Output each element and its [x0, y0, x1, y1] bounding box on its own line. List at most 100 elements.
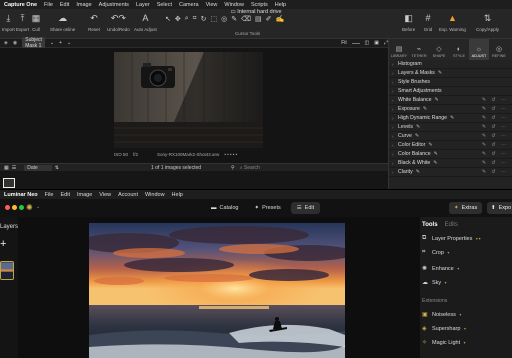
menu-window[interactable]: Window [224, 2, 244, 8]
menu-edit[interactable]: Edit [61, 192, 70, 198]
rotate-tool-icon[interactable]: ↻ [201, 15, 207, 23]
menu-layer[interactable]: Layer [136, 2, 150, 8]
luminar-logo-icon[interactable]: ✺ [26, 203, 33, 212]
tool-actions[interactable]: ✎ ↺ ⋯ [482, 132, 508, 141]
tab-style[interactable]: ◐ STYLE [449, 39, 469, 60]
tab-edits[interactable]: Edits [445, 222, 458, 228]
menu-account[interactable]: Account [118, 192, 138, 198]
tool-actions[interactable]: ✎ ↺ ⋯ [482, 123, 508, 132]
menu-select[interactable]: Select [157, 2, 172, 8]
annotation-tool-icon[interactable]: ✍ [276, 15, 285, 23]
export-button[interactable]: ⬆ Expo [487, 202, 512, 214]
chevron-down-icon[interactable]: ⌄ [50, 40, 54, 46]
maximize-window-icon[interactable] [19, 205, 24, 210]
tab-adjust[interactable]: ☼ ADJUST [469, 39, 489, 60]
auto-adjust-button[interactable]: A Auto Adjust [134, 12, 157, 32]
tool-clarity[interactable]: › Clarity ✎ ✎ ↺ ⋯ [389, 168, 512, 177]
compare-icon[interactable]: ◫ [365, 40, 370, 46]
picker-tool-icon[interactable]: ✐ [266, 15, 272, 23]
proof-icon[interactable]: ▣ [374, 40, 379, 46]
before-button[interactable]: ◧ Before [402, 12, 415, 33]
tab-refine[interactable]: ◎ REFINE [489, 39, 509, 60]
tool-smart-adjustments[interactable]: › Smart Adjustments [389, 87, 512, 96]
sort-direction-icon[interactable]: ⇅ [55, 165, 59, 171]
eraser-tool-icon[interactable]: ⌫ [241, 15, 251, 23]
menu-app-luminar[interactable]: Luminar Neo [4, 192, 38, 198]
extras-button[interactable]: ✦ Extras [449, 202, 483, 214]
menu-help[interactable]: Help [172, 192, 183, 198]
copy-apply-button[interactable]: ⇅ Copy/Apply [476, 12, 499, 33]
sort-dropdown[interactable]: Date [24, 164, 52, 171]
tool-enhance[interactable]: ✺ Enhance ✦ [422, 265, 460, 273]
tool-actions[interactable]: ✎ ↺ ⋯ [482, 114, 508, 123]
tool-black-white[interactable]: › Black & White ✎ ✎ ↺ ⋯ [389, 159, 512, 168]
exposure-warning-button[interactable]: ▲ Exp. Warning [439, 12, 466, 32]
filmstrip-thumbnail[interactable] [3, 178, 15, 188]
tool-crop[interactable]: ⌗ Crop ✦ [422, 249, 450, 256]
reset-button[interactable]: ↶ Reset [88, 12, 100, 33]
tool-color-editor[interactable]: › Color Editor ✎ ✎ ↺ ⋯ [389, 141, 512, 150]
tool-white-balance[interactable]: › White Balance ✎ ✎ ↺ ⋯ [389, 96, 512, 105]
minimize-window-icon[interactable] [12, 205, 17, 210]
tool-levels[interactable]: › Levels ✎ ✎ ↺ ⋯ [389, 123, 512, 132]
add-layer-icon[interactable]: + [0, 238, 6, 250]
tool-color-balance[interactable]: › Color Balance ✎ ✎ ↺ ⋯ [389, 150, 512, 159]
tool-actions[interactable]: ✎ ↺ ⋯ [482, 159, 508, 168]
tool-layers-masks[interactable]: › Layers & Masks ✎ [389, 69, 512, 78]
tab-shape[interactable]: ◇ SHAPE [429, 39, 449, 60]
chevron-down-icon[interactable]: ⌄ [36, 204, 40, 210]
tool-high-dynamic-range[interactable]: › High Dynamic Range ✎ ✎ ↺ ⋯ [389, 114, 512, 123]
menu-image[interactable]: Image [77, 192, 92, 198]
edit-button[interactable]: ☰ Edit [290, 202, 321, 214]
menu-image[interactable]: Image [76, 2, 91, 8]
menu-scripts[interactable]: Scripts [251, 2, 268, 8]
menu-file[interactable]: File [45, 192, 54, 198]
sunset-surfer-photo[interactable] [89, 223, 345, 358]
close-window-icon[interactable] [5, 205, 10, 210]
tool-noiseless[interactable]: ▣ Noiseless ✦ [422, 311, 462, 319]
tool-curve[interactable]: › Curve ✎ ✎ ↺ ⋯ [389, 132, 512, 141]
select-tool-icon[interactable]: ✥ [175, 15, 181, 23]
tool-actions[interactable]: ✎ ↺ ⋯ [482, 150, 508, 159]
crop-tool-icon[interactable]: ⌗ [193, 15, 197, 23]
catalog-button[interactable]: ▬ Catalog [205, 202, 244, 214]
tab-library[interactable]: ▤ LIBRARY [389, 39, 409, 60]
grid-view-icon[interactable]: ▦ [4, 165, 9, 171]
tool-supersharp[interactable]: ◈ Supersharp ✦ [422, 325, 466, 333]
export-button[interactable]: ⤒ Export [16, 12, 29, 33]
tool-exposure[interactable]: › Exposure ✎ ✎ ↺ ⋯ [389, 105, 512, 114]
import-button[interactable]: ⤓ Import [2, 12, 15, 33]
zoom-fit[interactable]: Fit [341, 40, 347, 46]
list-view-icon[interactable]: ☰ [12, 165, 16, 171]
spot-tool-icon[interactable]: ◎ [221, 15, 227, 23]
brush-tool-icon[interactable]: ✎ [231, 15, 237, 23]
tool-actions[interactable]: ✎ ↺ ⋯ [482, 141, 508, 150]
tool-histogram[interactable]: › Histogram [389, 60, 512, 69]
camera-on-wood-photo[interactable] [114, 52, 263, 148]
grid-button[interactable]: # Grid [422, 12, 434, 32]
menu-help[interactable]: Help [275, 2, 286, 8]
share-online-button[interactable]: ☁ Share online [50, 12, 75, 33]
tool-actions[interactable]: ✎ ↺ ⋯ [482, 168, 508, 177]
menu-view[interactable]: View [99, 192, 111, 198]
tool-actions[interactable]: ✎ ↺ ⋯ [482, 105, 508, 114]
tool-magic-light[interactable]: ✧ Magic Light ✦ [422, 339, 466, 347]
zoom-slider[interactable] [351, 42, 360, 44]
menu-camera[interactable]: Camera [179, 2, 199, 8]
menu-adjustments[interactable]: Adjustments [99, 2, 129, 8]
gradient-tool-icon[interactable]: ▤ [255, 15, 262, 23]
tab-tools[interactable]: Tools [422, 222, 438, 228]
menu-app-captureone[interactable]: Capture One [4, 2, 37, 8]
pan-tool-icon[interactable]: ↖ [165, 15, 171, 23]
menu-view[interactable]: View [206, 2, 218, 8]
keystone-tool-icon[interactable]: ⬚ [211, 15, 218, 23]
tool-style-brushes[interactable]: › Style Brushes [389, 78, 512, 87]
search-field[interactable]: ⌕ Search [240, 165, 260, 171]
tool-layer-properties[interactable]: ⧉ Layer Properties ✦✦ [422, 235, 481, 242]
add-layer-icon[interactable]: + [59, 40, 62, 46]
tool-sky[interactable]: ☁ Sky ✦ [422, 279, 447, 287]
tab-tether[interactable]: ⌁ TETHER [409, 39, 429, 60]
star-rating[interactable]: • • • • • [224, 152, 237, 157]
eye-icon[interactable]: ◉ [13, 40, 17, 46]
tool-actions[interactable]: ✎ ↺ ⋯ [482, 96, 508, 105]
